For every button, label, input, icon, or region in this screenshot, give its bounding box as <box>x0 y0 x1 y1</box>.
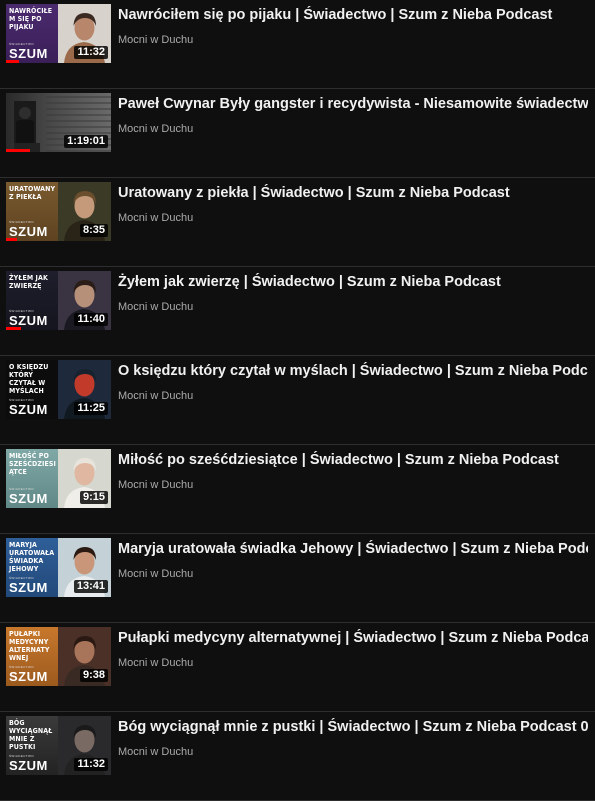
video-title[interactable]: Maryja uratowała świadka Jehowy | Świade… <box>118 540 588 558</box>
video-title[interactable]: Paweł Cwynar Były gangster i recydywista… <box>118 95 588 113</box>
video-title[interactable]: Nawróciłem się po pijaku | Świadectwo | … <box>118 6 588 24</box>
video-list-item[interactable]: BÓG WYCIĄGNĄŁ MNIE Z PUSTKI ŚWIADECTWO SZU… <box>0 712 595 801</box>
video-list-item[interactable]: URATOWANY Z PIEKŁA ŚWIADECTWO SZUM 8:35 Urat… <box>0 178 595 267</box>
thumbnail-caption-panel: BÓG WYCIĄGNĄŁ MNIE Z PUSTKI ŚWIADECTWO SZU… <box>6 716 58 775</box>
thumbnail-caption: PUŁAPKI MEDYCYNY ALTERNATYWNEJ <box>9 630 50 662</box>
channel-name[interactable]: Mocni w Duchu <box>118 389 193 403</box>
thumbnail-caption-panel: URATOWANY Z PIEKŁA ŚWIADECTWO SZUM <box>6 182 58 241</box>
thumbnail-caption: NAWRÓCIŁEM SIĘ PO PIJAKU <box>9 7 53 31</box>
channel-name[interactable]: Mocni w Duchu <box>118 656 193 670</box>
szum-logo: SZUM <box>9 46 48 61</box>
channel-name[interactable]: Mocni w Duchu <box>118 211 193 225</box>
thumbnail-caption-panel: ŻYŁEM JAK ZWIERZĘ ŚWIADECTWO SZUM <box>6 271 58 330</box>
thumbnail-caption: O KSIĘDZU KTÓRY CZYTAŁ W MYŚLACH <box>9 363 49 395</box>
video-list-item[interactable]: MARYJA URATOWAŁA ŚWIADKA JEHOWY ŚWIADECTW… <box>0 534 595 623</box>
channel-name[interactable]: Mocni w Duchu <box>118 300 193 314</box>
video-thumbnail[interactable]: 1:19:01 <box>6 93 111 152</box>
thumbnail-caption-panel: MIŁOŚĆ PO SZEŚĆDZIESIĄTCE ŚWIADECTWO SZUM <box>6 449 58 508</box>
channel-name[interactable]: Mocni w Duchu <box>118 478 193 492</box>
video-title[interactable]: Bóg wyciągnął mnie z pustki | Świadectwo… <box>118 718 588 736</box>
video-duration-badge: 11:32 <box>74 46 108 59</box>
szum-logo: SZUM <box>9 758 48 773</box>
video-list-item[interactable]: ŻYŁEM JAK ZWIERZĘ ŚWIADECTWO SZUM 11:40 Żyłe… <box>0 267 595 356</box>
watch-progress-bar <box>6 149 31 152</box>
szum-logo: SZUM <box>9 402 48 417</box>
channel-name[interactable]: Mocni w Duchu <box>118 33 193 47</box>
video-thumbnail[interactable]: MIŁOŚĆ PO SZEŚĆDZIESIĄTCE ŚWIADECTWO SZUM 9… <box>6 449 111 508</box>
video-duration-badge: 11:32 <box>74 758 108 771</box>
video-duration-badge: 13:41 <box>73 580 108 593</box>
video-thumbnail[interactable]: MARYJA URATOWAŁA ŚWIADKA JEHOWY ŚWIADECTW… <box>6 538 111 597</box>
video-duration-badge: 9:38 <box>79 669 108 682</box>
channel-name[interactable]: Mocni w Duchu <box>118 567 193 581</box>
thumbnail-caption: URATOWANY Z PIEKŁA <box>9 185 56 201</box>
video-list-item[interactable]: PUŁAPKI MEDYCYNY ALTERNATYWNEJ ŚWIADECTWO… <box>0 623 595 712</box>
video-duration-badge: 11:40 <box>74 313 108 326</box>
szum-logo: SZUM <box>9 491 48 506</box>
szum-logo: SZUM <box>9 580 48 595</box>
video-list-item[interactable]: 1:19:01 Paweł Cwynar Były gangster i recy… <box>0 89 595 178</box>
video-duration-badge: 11:25 <box>74 402 108 415</box>
watch-progress-bar <box>6 238 17 241</box>
thumbnail-caption: ŻYŁEM JAK ZWIERZĘ <box>9 274 48 290</box>
thumbnail-caption: BÓG WYCIĄGNĄŁ MNIE Z PUSTKI <box>9 719 53 751</box>
video-duration-badge: 8:35 <box>79 224 108 237</box>
szum-logo: SZUM <box>9 669 48 684</box>
szum-logo: SZUM <box>9 224 48 239</box>
szum-logo: SZUM <box>9 313 48 328</box>
video-title[interactable]: O księdzu który czytał w myślach | Świad… <box>118 362 588 380</box>
video-title[interactable]: Miłość po sześćdziesiątce | Świadectwo |… <box>118 451 588 469</box>
video-thumbnail[interactable]: NAWRÓCIŁEM SIĘ PO PIJAKU ŚWIADECTWO SZUM 11… <box>6 4 111 63</box>
video-list: NAWRÓCIŁEM SIĘ PO PIJAKU ŚWIADECTWO SZUM 11… <box>0 0 595 801</box>
thumbnail-caption-panel: PUŁAPKI MEDYCYNY ALTERNATYWNEJ ŚWIADECTWO… <box>6 627 58 686</box>
video-list-item[interactable]: MIŁOŚĆ PO SZEŚĆDZIESIĄTCE ŚWIADECTWO SZUM 9… <box>0 445 595 534</box>
video-list-item[interactable]: O KSIĘDZU KTÓRY CZYTAŁ W MYŚLACH ŚWIADECT… <box>0 356 595 445</box>
video-duration-badge: 9:15 <box>79 491 108 504</box>
watch-progress-bar <box>6 327 21 330</box>
video-duration-badge: 1:19:01 <box>64 135 108 148</box>
video-title[interactable]: Pułapki medycyny alternatywnej | Świadec… <box>118 629 588 647</box>
watch-progress-bar <box>6 60 19 63</box>
video-thumbnail[interactable]: PUŁAPKI MEDYCYNY ALTERNATYWNEJ ŚWIADECTWO… <box>6 627 111 686</box>
thumbnail-caption-panel: NAWRÓCIŁEM SIĘ PO PIJAKU ŚWIADECTWO SZUM <box>6 4 58 63</box>
channel-name[interactable]: Mocni w Duchu <box>118 745 193 759</box>
video-thumbnail[interactable]: URATOWANY Z PIEKŁA ŚWIADECTWO SZUM 8:35 <box>6 182 111 241</box>
video-title[interactable]: Uratowany z piekła | Świadectwo | Szum z… <box>118 184 588 202</box>
thumbnail-caption: MIŁOŚĆ PO SZEŚĆDZIESIĄTCE <box>9 452 56 476</box>
channel-name[interactable]: Mocni w Duchu <box>118 122 193 136</box>
video-thumbnail[interactable]: BÓG WYCIĄGNĄŁ MNIE Z PUSTKI ŚWIADECTWO SZU… <box>6 716 111 775</box>
thumbnail-caption: MARYJA URATOWAŁA ŚWIADKA JEHOWY <box>9 541 55 573</box>
video-thumbnail[interactable]: O KSIĘDZU KTÓRY CZYTAŁ W MYŚLACH ŚWIADECT… <box>6 360 111 419</box>
video-list-item[interactable]: NAWRÓCIŁEM SIĘ PO PIJAKU ŚWIADECTWO SZUM 11… <box>0 0 595 89</box>
video-title[interactable]: Żyłem jak zwierzę | Świadectwo | Szum z … <box>118 273 588 291</box>
video-thumbnail[interactable]: ŻYŁEM JAK ZWIERZĘ ŚWIADECTWO SZUM 11:40 <box>6 271 111 330</box>
thumbnail-caption-panel: O KSIĘDZU KTÓRY CZYTAŁ W MYŚLACH ŚWIADECT… <box>6 360 58 419</box>
thumbnail-caption-panel: MARYJA URATOWAŁA ŚWIADKA JEHOWY ŚWIADECTW… <box>6 538 58 597</box>
